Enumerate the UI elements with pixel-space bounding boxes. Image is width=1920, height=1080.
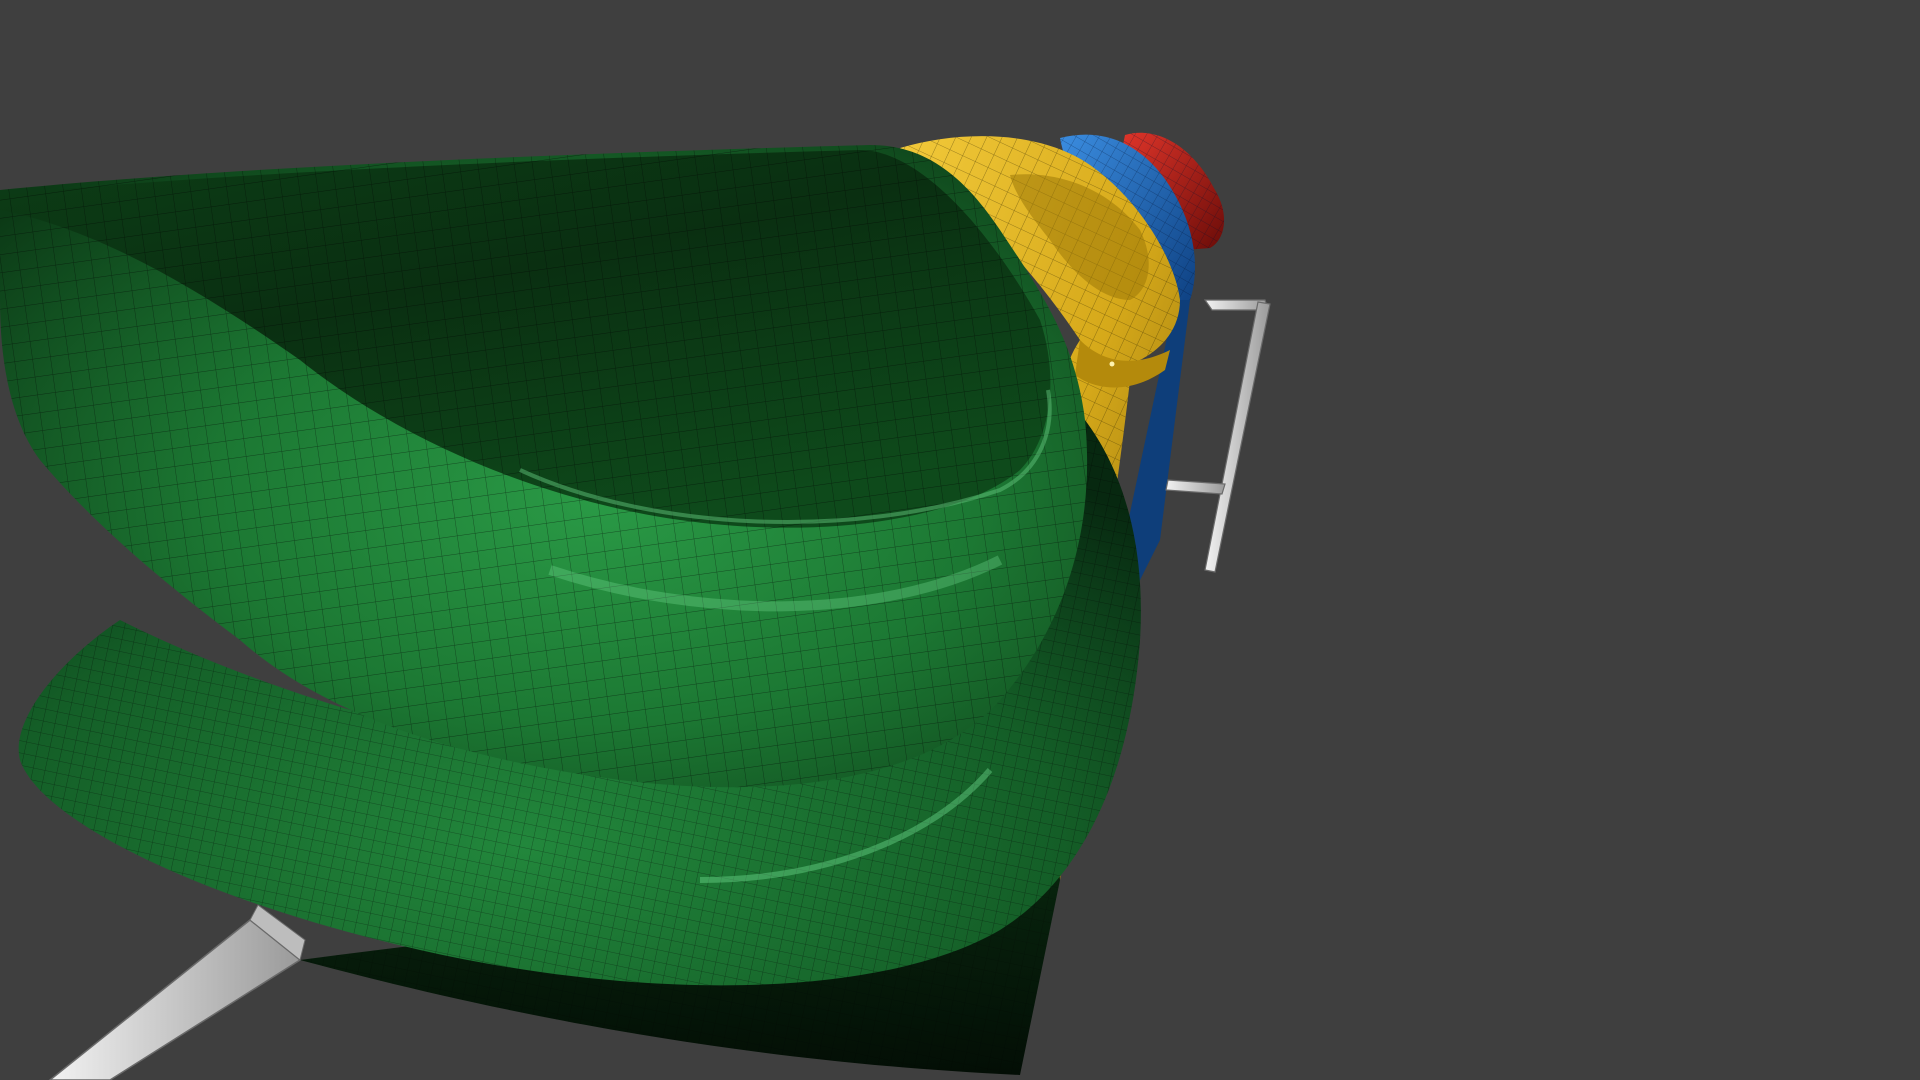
3d-viewport[interactable] <box>0 0 1920 1080</box>
vertex-marker <box>1109 361 1115 367</box>
viewport-canvas[interactable] <box>0 0 1920 1080</box>
rail-bar-lower[interactable] <box>48 904 306 1080</box>
